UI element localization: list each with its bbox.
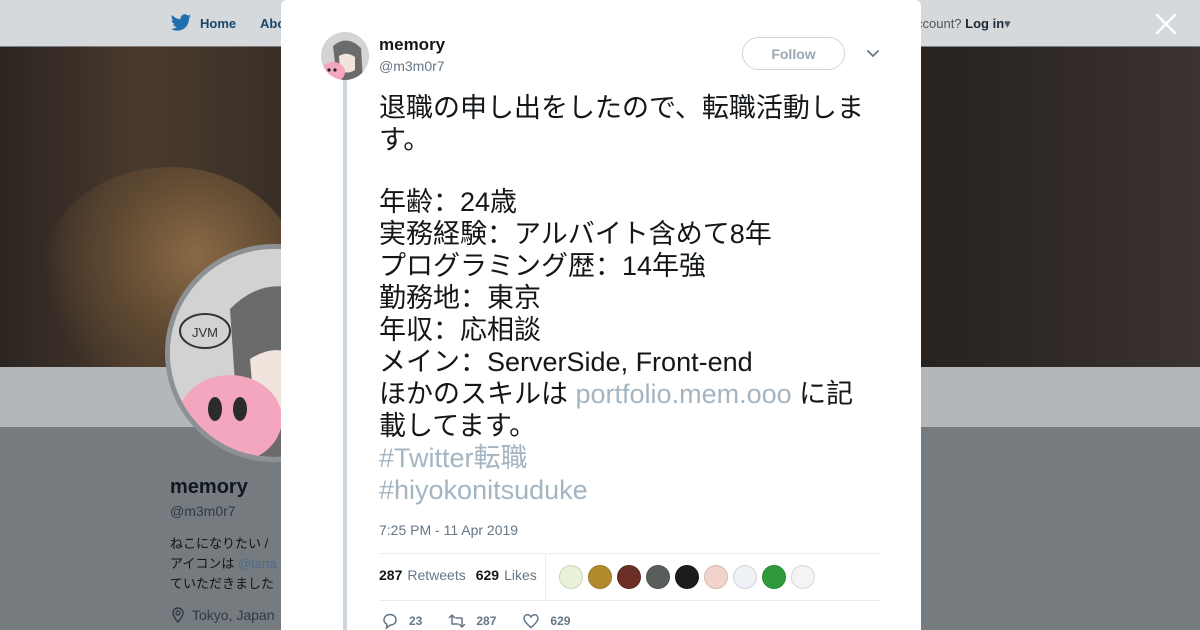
tweet-line: メイン：ServerSide, Front-end xyxy=(379,347,753,377)
retweets-stat[interactable]: 287 Retweets xyxy=(379,567,466,583)
liker-avatar-8[interactable] xyxy=(762,565,786,589)
retweet-action[interactable]: 287 xyxy=(448,612,496,630)
tweet-author-handle[interactable]: @m3m0r7 xyxy=(379,58,445,74)
retweet-count: 287 xyxy=(476,614,497,628)
retweets-label: Retweets xyxy=(407,567,466,583)
liker-avatar-4[interactable] xyxy=(646,565,670,589)
profile-bio: ねこになりたい / アイコンは @tana ていただきました xyxy=(170,534,280,594)
tweet-line: 年収：応相談 xyxy=(379,315,541,345)
tweet-line: プログラミング歴：14年強 xyxy=(379,251,707,281)
tweet-line: 載してます。 xyxy=(379,411,537,441)
retweets-count: 287 xyxy=(379,567,403,583)
profile-name: memory xyxy=(170,476,248,498)
liker-avatar-5[interactable] xyxy=(675,565,699,589)
liker-avatar-7[interactable] xyxy=(733,565,757,589)
liker-avatar-6[interactable] xyxy=(704,565,728,589)
login-link[interactable]: Log in xyxy=(965,16,1004,31)
likes-label: Likes xyxy=(504,567,537,583)
reply-action[interactable]: 23 xyxy=(381,612,422,630)
liker-avatars xyxy=(559,565,815,589)
nav-account-area: ccount? Log in▾ xyxy=(916,16,1011,32)
profile-location: Tokyo, Japan xyxy=(170,607,275,623)
account-prompt: ccount? xyxy=(916,16,962,31)
like-action[interactable]: 629 xyxy=(522,612,570,630)
hashtag-link[interactable]: #hiyokonitsuduke xyxy=(379,474,884,506)
skills-suffix: に記 xyxy=(791,379,854,409)
tweet-line: 年齢：24歳 xyxy=(379,187,518,217)
stats-bottom-divider xyxy=(379,600,881,601)
reply-icon xyxy=(383,613,397,630)
stats-top-divider xyxy=(379,553,881,554)
tweet-text: 退職の申し出をしたので、転職活動しま す。 年齢：24歳 実務経験：アルバイト含… xyxy=(379,92,884,506)
tweet-stats: 287 Retweets 629 Likes xyxy=(379,567,537,583)
nav-home-label: Home xyxy=(200,15,237,31)
retweet-icon xyxy=(449,614,466,628)
liker-avatar-1[interactable] xyxy=(559,565,583,589)
bio-mention-link[interactable]: @tana xyxy=(238,556,277,571)
twitter-bird-icon xyxy=(170,14,192,31)
tweet-author-avatar[interactable] xyxy=(321,32,369,80)
liker-avatar-3[interactable] xyxy=(617,565,641,589)
location-text: Tokyo, Japan xyxy=(192,607,275,623)
stats-separator xyxy=(545,554,546,600)
login-caret-icon[interactable]: ▾ xyxy=(1004,16,1011,31)
close-icon[interactable] xyxy=(1153,11,1179,37)
reply-count: 23 xyxy=(409,614,423,628)
svg-text:JVM: JVM xyxy=(192,325,218,340)
tweet-line: す。 xyxy=(379,125,431,155)
tweet-line: 実務経験：アルバイト含めて8年 xyxy=(379,219,772,249)
tweet-timestamp[interactable]: 7:25 PM - 11 Apr 2019 xyxy=(379,522,518,538)
tweet-modal: memory @m3m0r7 Follow 退職の申し出をしたので、転職活動しま… xyxy=(281,0,921,630)
bio-line-2-text: アイコンは xyxy=(170,556,238,571)
profile-handle: @m3m0r7 xyxy=(170,503,236,519)
tweet-line: 勤務地：東京 xyxy=(379,283,541,313)
hashtag-link[interactable]: #Twitter転職 xyxy=(379,442,884,474)
heart-icon xyxy=(523,614,540,629)
like-count: 629 xyxy=(550,614,571,628)
follow-button[interactable]: Follow xyxy=(742,37,845,70)
likes-stat[interactable]: 629 Likes xyxy=(476,567,537,583)
bio-line-2: アイコンは @tana xyxy=(170,554,280,574)
tweet-actions: 23 287 629 xyxy=(381,612,596,630)
author-avatar-illustration xyxy=(321,32,369,80)
thread-line xyxy=(343,80,347,630)
liker-avatar-2[interactable] xyxy=(588,565,612,589)
nav-home-link[interactable]: Home xyxy=(170,14,236,32)
liker-avatar-9[interactable] xyxy=(791,565,815,589)
tweet-line: 退職の申し出をしたので、転職活動しま xyxy=(379,93,864,123)
portfolio-link[interactable]: portfolio.mem.ooo xyxy=(576,379,792,409)
bio-line-1: ねこになりたい / xyxy=(170,536,269,551)
chevron-down-icon[interactable] xyxy=(865,48,881,60)
likes-count: 629 xyxy=(475,567,500,583)
skills-prefix: ほかのスキルは xyxy=(379,379,576,409)
bio-line-3: ていただきました xyxy=(170,576,275,591)
tweet-line-skills: ほかのスキルは portfolio.mem.ooo に記 xyxy=(379,378,884,410)
tweet-author-name[interactable]: memory xyxy=(379,35,445,55)
location-pin-icon xyxy=(172,607,184,623)
